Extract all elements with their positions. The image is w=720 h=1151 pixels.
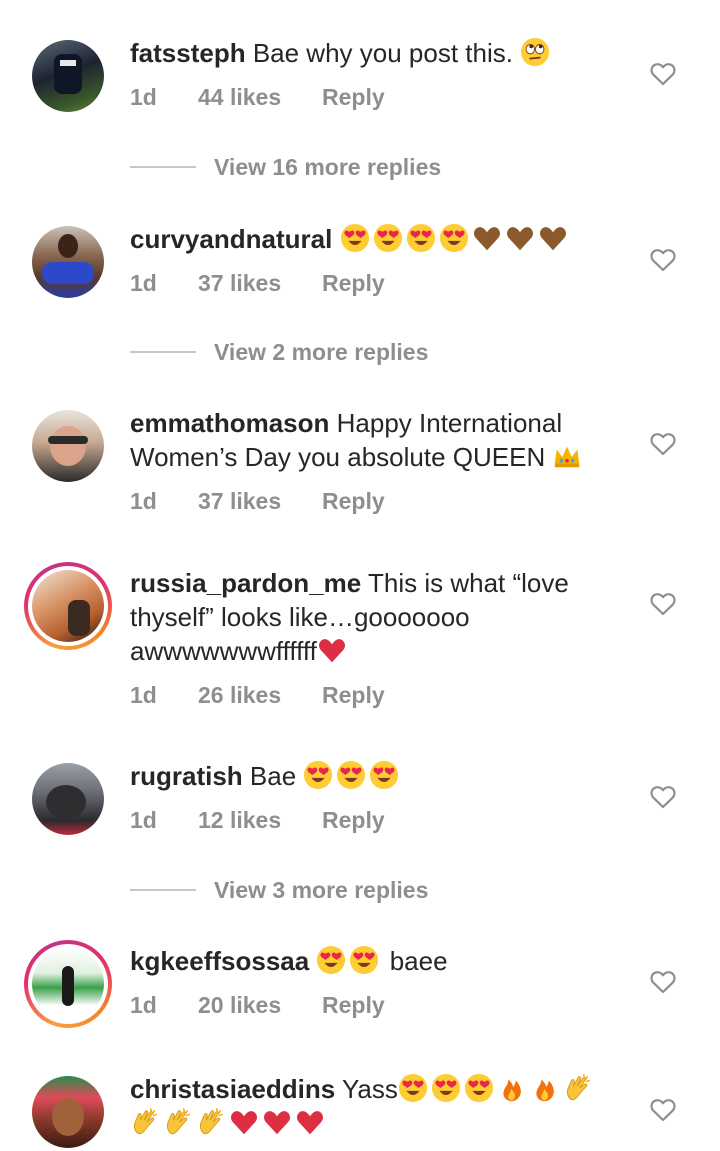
comment-username[interactable]: christasiaeddins bbox=[130, 1074, 335, 1104]
avatar[interactable] bbox=[32, 226, 104, 298]
heart-eyes-emoji-icon bbox=[464, 1073, 494, 1103]
heart-eyes-emoji-icon bbox=[431, 1073, 461, 1103]
reply-button[interactable]: Reply bbox=[322, 678, 385, 712]
comment-likes[interactable]: 37 likes bbox=[198, 484, 322, 518]
view-more-replies[interactable]: View 3 more replies bbox=[130, 870, 428, 910]
comment-username[interactable]: russia_pardon_me bbox=[130, 568, 361, 598]
avatar[interactable] bbox=[32, 410, 104, 482]
clapping-hands-emoji-icon bbox=[563, 1073, 593, 1103]
reply-button[interactable]: Reply bbox=[322, 988, 385, 1022]
avatar[interactable] bbox=[32, 1076, 104, 1148]
clapping-hands-emoji-icon bbox=[196, 1107, 226, 1137]
heart-eyes-emoji-icon bbox=[303, 760, 333, 790]
rolling-eyes-emoji-icon bbox=[520, 37, 550, 67]
avatar[interactable] bbox=[32, 763, 104, 835]
comment-text: Bae why you post this. bbox=[252, 38, 513, 68]
clapping-hands-emoji-icon bbox=[163, 1107, 193, 1137]
comment-username[interactable]: curvyandnatural bbox=[130, 224, 332, 254]
comment-likes[interactable]: 44 likes bbox=[198, 80, 322, 114]
heart-eyes-emoji-icon bbox=[340, 223, 370, 253]
heart-outline-icon[interactable] bbox=[650, 592, 676, 616]
red-heart-emoji-icon bbox=[229, 1107, 259, 1137]
comment-likes[interactable]: 26 likes bbox=[198, 678, 322, 712]
reply-button[interactable]: Reply bbox=[322, 266, 385, 300]
avatar bbox=[32, 570, 104, 642]
view-more-replies-label[interactable]: View 16 more replies bbox=[214, 154, 441, 181]
crown-emoji-icon bbox=[552, 441, 582, 471]
red-heart-emoji-icon bbox=[262, 1107, 292, 1137]
clapping-hands-emoji-icon bbox=[130, 1107, 160, 1137]
heart-outline-icon[interactable] bbox=[650, 970, 676, 994]
divider-line bbox=[130, 166, 196, 168]
view-more-replies[interactable]: View 16 more replies bbox=[130, 147, 441, 187]
brown-heart-emoji-icon bbox=[538, 223, 568, 253]
reply-button[interactable]: Reply bbox=[322, 80, 385, 114]
heart-eyes-emoji-icon bbox=[406, 223, 436, 253]
comment-username[interactable]: fatssteph bbox=[130, 38, 246, 68]
brown-heart-emoji-icon bbox=[505, 223, 535, 253]
heart-eyes-emoji-icon bbox=[349, 945, 379, 975]
comment-time: 1d bbox=[130, 992, 157, 1018]
heart-eyes-emoji-icon bbox=[369, 760, 399, 790]
avatar bbox=[32, 948, 104, 1020]
heart-eyes-emoji-icon bbox=[398, 1073, 428, 1103]
comment-time: 1d bbox=[130, 488, 157, 514]
heart-eyes-emoji-icon bbox=[336, 760, 366, 790]
comment-time: 1d bbox=[130, 84, 157, 110]
heart-outline-icon[interactable] bbox=[650, 1098, 676, 1122]
view-more-replies-label[interactable]: View 2 more replies bbox=[214, 339, 428, 366]
brown-heart-emoji-icon bbox=[472, 223, 502, 253]
divider-line bbox=[130, 889, 196, 891]
avatar-story-ring[interactable] bbox=[24, 562, 112, 650]
heart-eyes-emoji-icon bbox=[439, 223, 469, 253]
comment-text: Yass bbox=[341, 1074, 398, 1104]
comment-likes[interactable]: 37 likes bbox=[198, 266, 322, 300]
avatar[interactable] bbox=[32, 40, 104, 112]
fire-emoji-icon bbox=[497, 1073, 527, 1103]
comment-username[interactable]: kgkeeffsossaa bbox=[130, 946, 309, 976]
comment-text: baee bbox=[389, 946, 448, 976]
comment-username[interactable]: emmathomason bbox=[130, 408, 329, 438]
avatar-story-ring[interactable] bbox=[24, 940, 112, 1028]
heart-outline-icon[interactable] bbox=[650, 785, 676, 809]
red-heart-emoji-icon bbox=[317, 635, 347, 665]
fire-emoji-icon bbox=[530, 1073, 560, 1103]
comment-time: 1d bbox=[130, 807, 157, 833]
comment-username[interactable]: rugratish bbox=[130, 761, 243, 791]
comment-text: Bae bbox=[249, 761, 297, 791]
comment-likes[interactable]: 20 likes bbox=[198, 988, 322, 1022]
reply-button[interactable]: Reply bbox=[322, 803, 385, 837]
comment-time: 1d bbox=[130, 682, 157, 708]
heart-outline-icon[interactable] bbox=[650, 62, 676, 86]
heart-eyes-emoji-icon bbox=[373, 223, 403, 253]
red-heart-emoji-icon bbox=[295, 1107, 325, 1137]
view-more-replies-label[interactable]: View 3 more replies bbox=[214, 877, 428, 904]
comment-likes[interactable]: 12 likes bbox=[198, 803, 322, 837]
heart-outline-icon[interactable] bbox=[650, 432, 676, 456]
heart-eyes-emoji-icon bbox=[316, 945, 346, 975]
view-more-replies[interactable]: View 2 more replies bbox=[130, 332, 428, 372]
heart-outline-icon[interactable] bbox=[650, 248, 676, 272]
comment-time: 1d bbox=[130, 270, 157, 296]
divider-line bbox=[130, 351, 196, 353]
reply-button[interactable]: Reply bbox=[322, 484, 385, 518]
